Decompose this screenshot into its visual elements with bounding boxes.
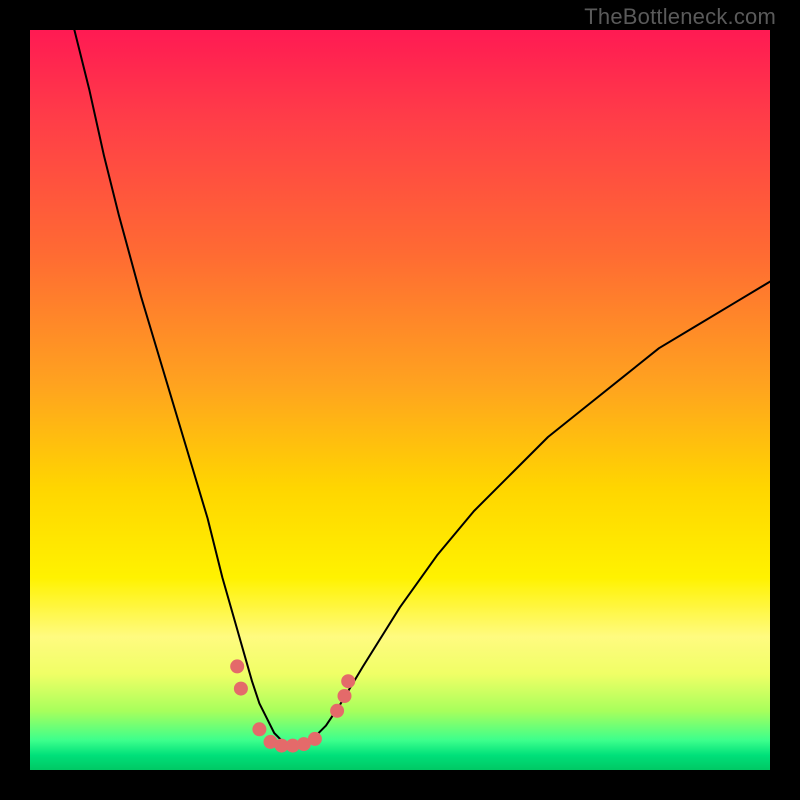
- curve-layer: [74, 30, 770, 746]
- data-marker: [330, 704, 344, 718]
- plot-area: [30, 30, 770, 770]
- data-marker: [338, 689, 352, 703]
- data-marker: [341, 674, 355, 688]
- data-marker: [252, 722, 266, 736]
- watermark-label: TheBottleneck.com: [584, 4, 776, 30]
- data-marker: [230, 659, 244, 673]
- chart-svg: [30, 30, 770, 770]
- chart-frame: TheBottleneck.com: [0, 0, 800, 800]
- data-marker: [234, 682, 248, 696]
- bottleneck-curve: [74, 30, 770, 746]
- data-marker: [308, 732, 322, 746]
